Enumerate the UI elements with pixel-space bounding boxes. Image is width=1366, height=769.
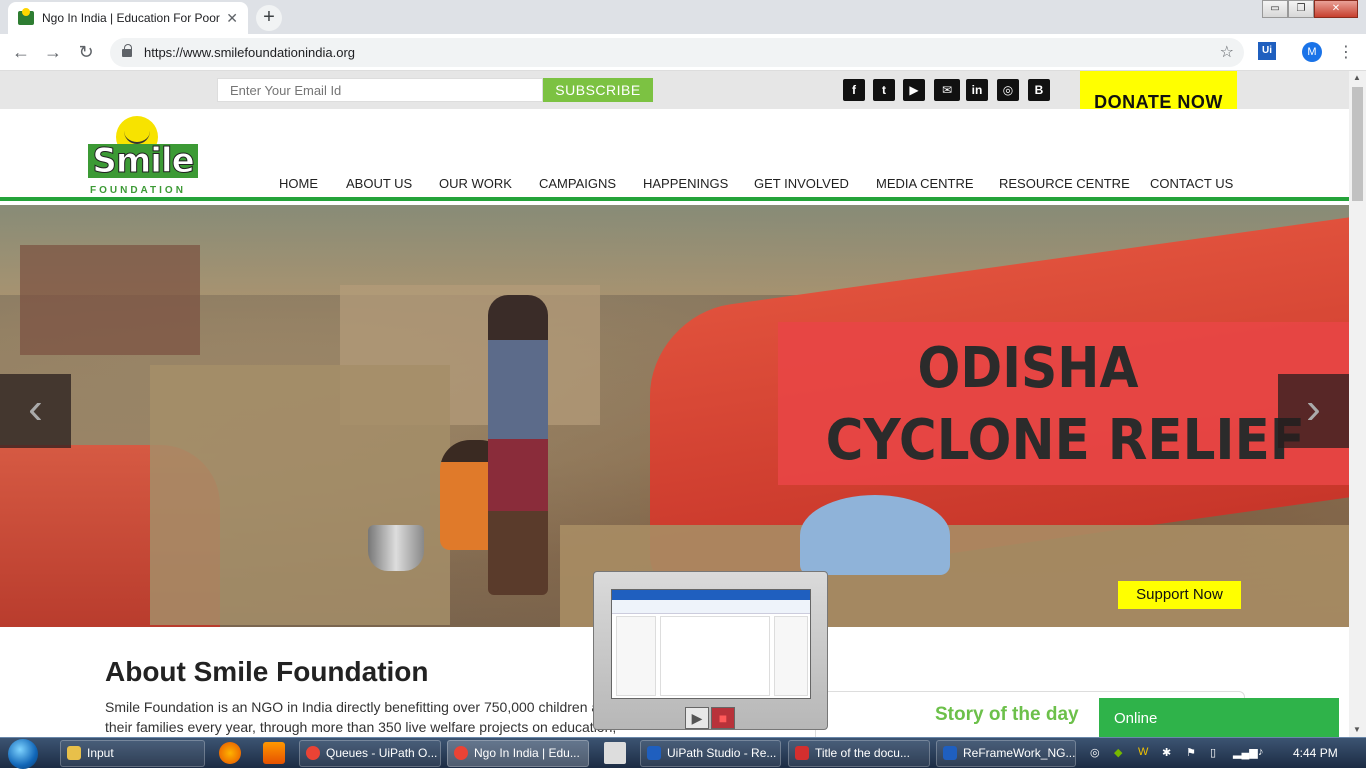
- pdf-icon: [795, 746, 809, 760]
- story-of-the-day-heading: Story of the day: [935, 704, 1079, 725]
- tab-close-icon[interactable]: ✕: [226, 10, 238, 27]
- twitter-icon[interactable]: t: [873, 79, 895, 101]
- lock-icon: [122, 43, 132, 57]
- battery-icon[interactable]: ▯: [1210, 746, 1216, 759]
- nav-our-work[interactable]: OUR WORK: [439, 176, 512, 191]
- chat-widget[interactable]: Online: [1099, 698, 1339, 737]
- logo-subtitle: FOUNDATION: [90, 185, 186, 196]
- hero-banner: ODISHA CYCLONE RELIEF: [778, 322, 1349, 485]
- nav-resource-centre[interactable]: RESOURCE CENTRE: [999, 176, 1130, 191]
- browser-tab-bar: Ngo In India | Education For Poor ✕ + ▭ …: [0, 0, 1366, 34]
- uipath-extension-icon[interactable]: Ui: [1258, 42, 1276, 60]
- reload-icon[interactable]: ↻: [75, 42, 97, 63]
- profile-avatar[interactable]: M: [1302, 42, 1322, 62]
- word-icon[interactable]: W: [1138, 746, 1148, 758]
- tab-title: Ngo In India | Education For Poor: [42, 11, 220, 25]
- scrollbar-thumb[interactable]: [1352, 87, 1363, 201]
- browser-menu-icon[interactable]: ⋮: [1338, 42, 1354, 62]
- back-arrow-icon[interactable]: ←: [10, 42, 32, 63]
- uipath-recorder-widget: ▶ ■: [593, 571, 828, 730]
- support-now-button[interactable]: Support Now: [1118, 581, 1241, 609]
- tray-app-icon[interactable]: ◎: [1090, 746, 1100, 759]
- recorder-stop-icon[interactable]: ■: [711, 707, 735, 729]
- firefox-icon[interactable]: [219, 742, 241, 764]
- bluetooth-icon[interactable]: ✱: [1162, 746, 1171, 759]
- chrome-icon: [306, 746, 320, 760]
- hero-headline-line2: CYCLONE RELIEF: [825, 408, 1305, 473]
- scroll-down-icon[interactable]: ▼: [1353, 725, 1361, 734]
- network-icon[interactable]: ▂▄▆: [1233, 746, 1258, 759]
- taskbar-item-pdf[interactable]: Title of the docu...: [788, 740, 930, 767]
- taskbar-item-input[interactable]: Input: [60, 740, 205, 767]
- folder-icon: [67, 746, 81, 760]
- recorder-play-icon[interactable]: ▶: [685, 707, 709, 729]
- bookmark-star-icon[interactable]: ☆: [1220, 42, 1234, 62]
- instagram-icon[interactable]: ◎: [997, 79, 1019, 101]
- nav-campaigns[interactable]: CAMPAIGNS: [539, 176, 616, 191]
- about-heading: About Smile Foundation: [105, 656, 429, 687]
- linkedin-icon[interactable]: in: [966, 79, 988, 101]
- action-center-flag-icon[interactable]: ⚑: [1186, 746, 1196, 759]
- nav-about-us[interactable]: ABOUT US: [346, 176, 412, 191]
- slider-next-icon[interactable]: ›: [1278, 374, 1349, 448]
- logo-word: Smile: [88, 144, 198, 179]
- taskbar-item-queues[interactable]: Queues - UiPath O...: [299, 740, 441, 767]
- nav-contact-us[interactable]: CONTACT US: [1150, 176, 1233, 191]
- email-input[interactable]: [217, 78, 543, 102]
- chrome-icon: [454, 746, 468, 760]
- volume-icon[interactable]: ♪: [1258, 746, 1264, 758]
- vlc-icon[interactable]: [263, 742, 285, 764]
- recorder-preview: [611, 589, 811, 699]
- new-tab-button[interactable]: +: [256, 5, 282, 31]
- page-scrollbar[interactable]: ▲ ▼: [1349, 71, 1366, 737]
- scroll-up-icon[interactable]: ▲: [1353, 73, 1361, 82]
- taskbar-item-ngo[interactable]: Ngo In India | Edu...: [447, 740, 589, 767]
- blogger-icon[interactable]: B: [1028, 79, 1050, 101]
- browser-tab[interactable]: Ngo In India | Education For Poor ✕: [8, 2, 248, 34]
- address-bar[interactable]: https://www.smilefoundationindia.org ☆: [110, 38, 1244, 67]
- site-header: Smile FOUNDATION HOME ABOUT US OUR WORK …: [0, 109, 1349, 201]
- slider-prev-icon[interactable]: ‹: [0, 374, 71, 448]
- email-icon[interactable]: ✉: [934, 79, 960, 101]
- forward-arrow-icon[interactable]: →: [42, 42, 64, 63]
- nav-home[interactable]: HOME: [279, 176, 318, 191]
- about-paragraph: Smile Foundation is an NGO in India dire…: [105, 699, 617, 735]
- site-favicon-icon: [18, 8, 34, 25]
- hero-slider: ODISHA CYCLONE RELIEF ‹ › Support Now: [0, 205, 1349, 627]
- subscribe-button[interactable]: SUBSCRIBE: [543, 78, 653, 102]
- window-minimize-button[interactable]: ▭: [1262, 0, 1288, 18]
- browser-toolbar: ← → ↻ https://www.smilefoundationindia.o…: [0, 34, 1366, 71]
- taskbar-clock[interactable]: 4:44 PM: [1293, 746, 1338, 760]
- url-text: https://www.smilefoundationindia.org: [144, 45, 356, 60]
- calculator-icon[interactable]: [604, 742, 626, 764]
- taskbar-item-uipath-studio[interactable]: UiPath Studio - Re...: [640, 740, 781, 767]
- smile-foundation-logo[interactable]: Smile FOUNDATION: [88, 114, 200, 196]
- nav-media-centre[interactable]: MEDIA CENTRE: [876, 176, 974, 191]
- uipath-icon: [943, 746, 957, 760]
- youtube-icon[interactable]: ▶: [903, 79, 925, 101]
- window-maximize-button[interactable]: ❐: [1288, 0, 1314, 18]
- windows-taskbar: Input Queues - UiPath O... Ngo In India …: [0, 737, 1366, 769]
- nvidia-icon[interactable]: ◆: [1114, 746, 1122, 759]
- taskbar-item-reframework[interactable]: ReFrameWork_NG...: [936, 740, 1076, 767]
- nav-get-involved[interactable]: GET INVOLVED: [754, 176, 849, 191]
- facebook-icon[interactable]: f: [843, 79, 865, 101]
- start-button-icon[interactable]: [8, 739, 38, 769]
- uipath-icon: [647, 746, 661, 760]
- nav-happenings[interactable]: HAPPENINGS: [643, 176, 728, 191]
- window-close-button[interactable]: ✕: [1314, 0, 1358, 18]
- hero-headline-line1: ODISHA: [917, 336, 1139, 401]
